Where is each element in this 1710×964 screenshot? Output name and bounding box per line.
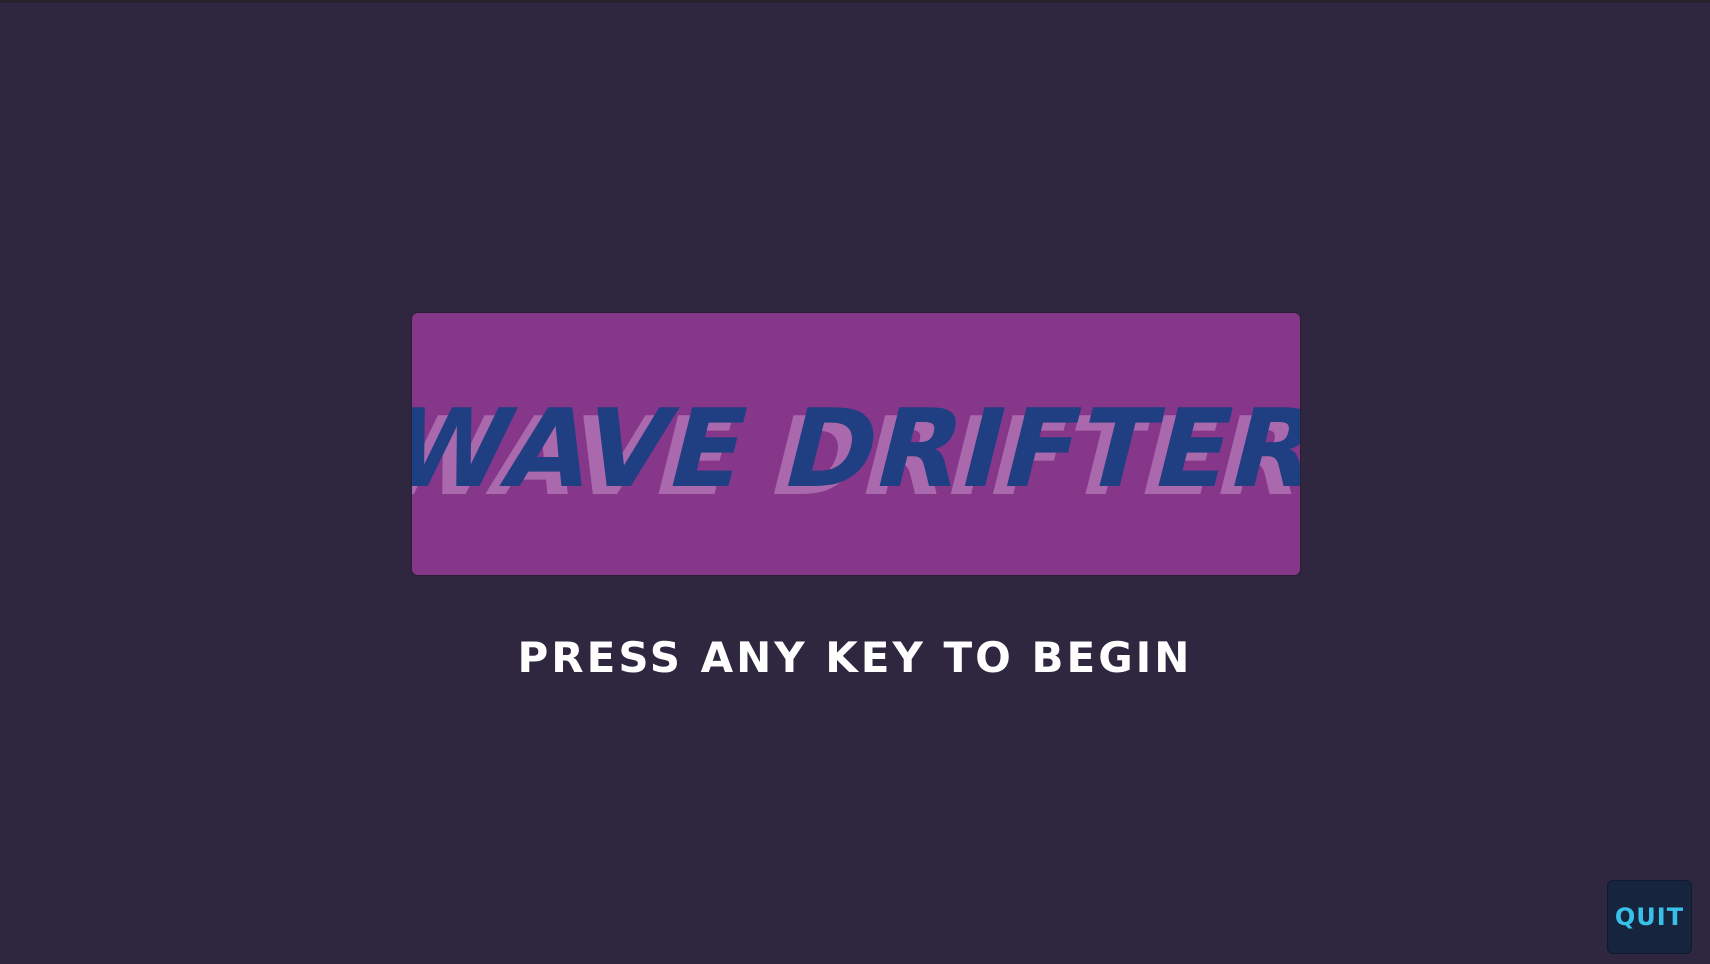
press-any-key-prompt: PRESS ANY KEY TO BEGIN (517, 633, 1193, 682)
game-logo: WAVE DRIFTER WAVE DRIFTER (412, 387, 1300, 520)
title-screen: WAVE DRIFTER WAVE DRIFTER PRESS ANY KEY … (0, 0, 1710, 964)
title-banner: WAVE DRIFTER WAVE DRIFTER (412, 313, 1300, 575)
game-title: WAVE DRIFTER (412, 387, 1300, 512)
quit-button[interactable]: QUIT (1607, 880, 1692, 954)
